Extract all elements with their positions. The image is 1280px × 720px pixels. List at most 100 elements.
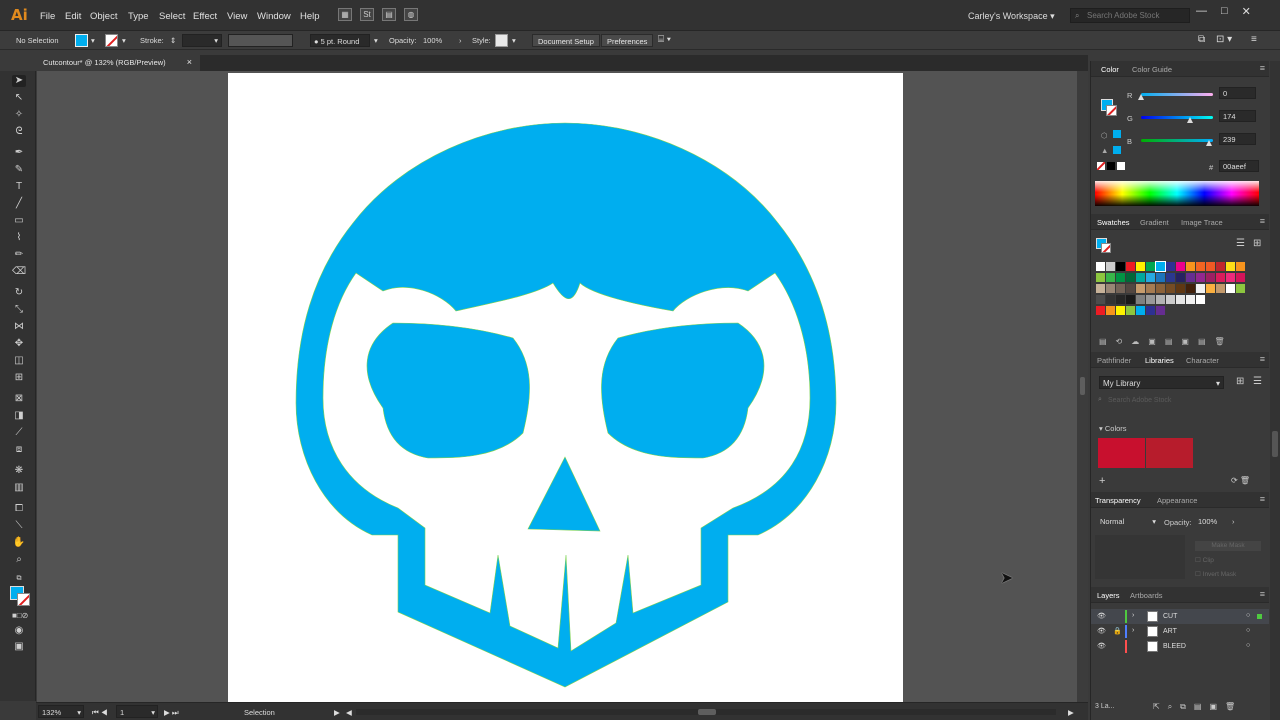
stepper-icon[interactable]: ⇕ bbox=[170, 36, 176, 45]
swatch[interactable] bbox=[1196, 284, 1205, 293]
visibility-eye-icon[interactable]: 👁 bbox=[1097, 642, 1106, 650]
swatch[interactable] bbox=[1126, 306, 1135, 315]
magic-wand-tool-icon[interactable]: ✧ bbox=[12, 109, 26, 121]
swatch[interactable] bbox=[1116, 284, 1125, 293]
layer-row[interactable]: 👁 › CUT ○ bbox=[1091, 609, 1269, 624]
menu-icon[interactable]: ≡ bbox=[1251, 34, 1257, 45]
zoom-level-input[interactable]: 132% ▾ bbox=[38, 705, 84, 718]
tab-swatches[interactable]: Swatches bbox=[1097, 218, 1130, 227]
tab-transparency[interactable]: Transparency bbox=[1095, 496, 1141, 505]
make-mask-button[interactable]: Make Mask bbox=[1195, 541, 1261, 551]
hand-tool-icon[interactable]: ✋ bbox=[12, 537, 26, 549]
chevron-down-icon[interactable]: ▾ bbox=[91, 36, 95, 45]
stock-icon[interactable]: St bbox=[360, 8, 374, 21]
swatch[interactable] bbox=[1126, 273, 1135, 282]
vertical-scrollbar[interactable] bbox=[1077, 71, 1088, 702]
swatch[interactable] bbox=[1206, 262, 1215, 271]
swatches-toolbar-icons[interactable]: ▤⟲☁▣▤▣▤🗑 bbox=[1099, 337, 1234, 346]
type-tool-icon[interactable]: T bbox=[12, 181, 26, 193]
list-view-icon[interactable]: ☰ bbox=[1253, 376, 1262, 387]
swatch[interactable] bbox=[1146, 295, 1155, 304]
menu-window[interactable]: Window bbox=[257, 11, 291, 22]
graphic-style-swatch[interactable] bbox=[495, 34, 508, 47]
tab-color[interactable]: Color bbox=[1101, 65, 1119, 74]
graph-tool-icon[interactable]: ▥ bbox=[12, 482, 26, 494]
pen-tool-icon[interactable]: ✒ bbox=[12, 147, 26, 159]
swatch[interactable] bbox=[1146, 273, 1155, 282]
slider-thumb-b[interactable] bbox=[1205, 140, 1212, 146]
skull-artwork[interactable] bbox=[228, 73, 903, 702]
fill-swatch[interactable] bbox=[75, 34, 88, 47]
artboard[interactable] bbox=[228, 73, 903, 702]
none-swatch[interactable] bbox=[1097, 162, 1105, 170]
layer-name[interactable]: BLEED bbox=[1163, 643, 1186, 650]
pencil-tool-icon[interactable]: ✏ bbox=[12, 249, 26, 261]
swatch[interactable] bbox=[1216, 273, 1225, 282]
swatch[interactable] bbox=[1116, 273, 1125, 282]
opacity-input[interactable]: 100% bbox=[1195, 515, 1225, 528]
swatch[interactable] bbox=[1146, 306, 1155, 315]
swatch[interactable] bbox=[1126, 262, 1135, 271]
width-tool-icon[interactable]: ⋈ bbox=[12, 321, 26, 333]
align-icon[interactable]: ⧉ bbox=[1198, 34, 1205, 45]
swatch[interactable] bbox=[1096, 262, 1105, 271]
arrange-icon[interactable]: ⌸ ▾ bbox=[658, 34, 671, 45]
library-color-swatch[interactable] bbox=[1146, 438, 1193, 468]
swatch[interactable] bbox=[1186, 284, 1195, 293]
lock-icon[interactable]: 🔒 bbox=[1113, 627, 1122, 635]
hscroll-left-icon[interactable]: ◀ bbox=[346, 708, 352, 717]
swatch[interactable] bbox=[1155, 261, 1166, 272]
swatch[interactable] bbox=[1136, 295, 1145, 304]
status-menu-icon[interactable]: ▶ bbox=[334, 708, 340, 717]
swatch[interactable] bbox=[1236, 273, 1245, 282]
lasso-tool-icon[interactable]: ᘓ bbox=[12, 126, 26, 138]
swatch[interactable] bbox=[1226, 284, 1235, 293]
line-tool-icon[interactable]: ╱ bbox=[12, 198, 26, 210]
chevron-right-icon[interactable]: › bbox=[1232, 517, 1235, 526]
hex-input[interactable]: 00aeef bbox=[1219, 160, 1259, 172]
gpu-performance-icon[interactable]: ◍ bbox=[404, 8, 418, 21]
stroke-color-icon[interactable] bbox=[1106, 105, 1117, 116]
swatch[interactable] bbox=[1096, 273, 1105, 282]
swatch[interactable] bbox=[1116, 306, 1125, 315]
swatch[interactable] bbox=[1096, 295, 1105, 304]
invert-mask-checkbox[interactable]: ☐ Invert Mask bbox=[1195, 570, 1236, 578]
layers-toolbar-icons[interactable]: ⇱⌕⧉▤▣🗑 bbox=[1153, 702, 1243, 712]
canvas-area[interactable]: ➤ bbox=[37, 71, 1088, 702]
layer-name[interactable]: ART bbox=[1163, 628, 1177, 635]
eraser-tool-icon[interactable]: ⌫ bbox=[12, 266, 26, 278]
menu-select[interactable]: Select bbox=[159, 11, 185, 22]
swatch[interactable] bbox=[1106, 262, 1115, 271]
mesh-tool-icon[interactable]: ⊠ bbox=[12, 393, 26, 405]
clip-checkbox[interactable]: ☐ Clip bbox=[1195, 556, 1214, 564]
swatch[interactable] bbox=[1166, 295, 1175, 304]
artboard-nav-prev-icon[interactable]: ⏮ ◀ bbox=[92, 708, 108, 718]
stroke-none-swatch[interactable] bbox=[105, 34, 118, 47]
swatch[interactable] bbox=[1156, 273, 1165, 282]
swatch[interactable] bbox=[1126, 284, 1135, 293]
default-fill-stroke-icon[interactable]: ⧉ bbox=[12, 573, 26, 585]
tab-artboards[interactable]: Artboards bbox=[1130, 591, 1163, 600]
red-slider[interactable] bbox=[1141, 93, 1213, 96]
tab-character[interactable]: Character bbox=[1186, 356, 1219, 365]
target-circle-icon[interactable]: ○ bbox=[1246, 627, 1250, 634]
chevron-down-icon[interactable]: ▾ bbox=[374, 36, 378, 45]
variable-width-profile[interactable] bbox=[228, 34, 293, 47]
stock-search-input[interactable]: ⌕ Search Adobe Stock bbox=[1070, 8, 1190, 23]
swatch[interactable] bbox=[1136, 306, 1145, 315]
direct-selection-tool-icon[interactable]: ↖ bbox=[12, 92, 26, 104]
brush-definition[interactable]: ● 5 pt. Round bbox=[310, 34, 370, 47]
color-mode-icon[interactable]: ■□⊘ bbox=[12, 610, 28, 622]
slice-tool-icon[interactable]: ⟍ bbox=[12, 520, 26, 532]
preferences-button[interactable]: Preferences bbox=[601, 34, 654, 47]
swatch[interactable] bbox=[1166, 284, 1175, 293]
swatch[interactable] bbox=[1136, 262, 1145, 271]
swatch[interactable] bbox=[1176, 284, 1185, 293]
shape-builder-tool-icon[interactable]: ◫ bbox=[12, 355, 26, 367]
swatch[interactable] bbox=[1176, 262, 1185, 271]
blend-mode-dropdown[interactable]: Normal ▾ bbox=[1097, 515, 1159, 528]
black-swatch[interactable] bbox=[1107, 162, 1115, 170]
stroke-color-icon[interactable] bbox=[17, 593, 30, 606]
tab-appearance[interactable]: Appearance bbox=[1157, 496, 1197, 505]
tab-layers[interactable]: Layers bbox=[1097, 591, 1120, 600]
